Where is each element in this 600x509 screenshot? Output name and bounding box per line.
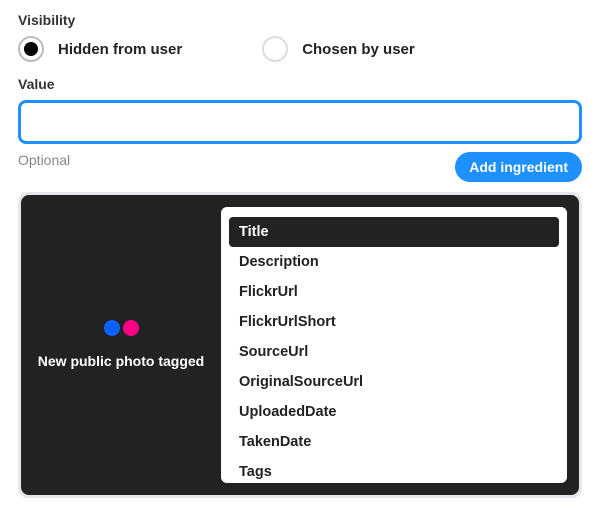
visibility-chosen-option[interactable]: Chosen by user bbox=[262, 36, 415, 62]
ingredient-source-caption: New public photo tagged bbox=[38, 352, 204, 371]
ingredient-item[interactable]: OriginalSourceUrl bbox=[229, 367, 559, 397]
ingredient-picker: New public photo tagged Title Descriptio… bbox=[18, 192, 582, 498]
ingredient-item[interactable]: FlickrUrlShort bbox=[229, 307, 559, 337]
ingredient-item[interactable]: Description bbox=[229, 247, 559, 277]
visibility-chosen-label: Chosen by user bbox=[302, 41, 415, 58]
ingredient-item[interactable]: Title bbox=[229, 217, 559, 247]
visibility-radios: Hidden from user Chosen by user bbox=[18, 36, 582, 62]
visibility-label: Visibility bbox=[18, 12, 582, 28]
ingredient-source: New public photo tagged bbox=[21, 195, 221, 495]
radio-icon bbox=[18, 36, 44, 62]
ingredient-item[interactable]: Tags bbox=[229, 457, 559, 483]
value-label: Value bbox=[18, 76, 582, 92]
optional-label: Optional bbox=[18, 152, 70, 168]
value-input[interactable] bbox=[18, 100, 582, 144]
visibility-hidden-option[interactable]: Hidden from user bbox=[18, 36, 182, 62]
add-ingredient-button[interactable]: Add ingredient bbox=[455, 152, 582, 182]
flickr-icon bbox=[104, 320, 139, 336]
ingredient-item[interactable]: TakenDate bbox=[229, 427, 559, 457]
ingredient-item[interactable]: FlickrUrl bbox=[229, 277, 559, 307]
visibility-hidden-label: Hidden from user bbox=[58, 41, 182, 58]
radio-icon bbox=[262, 36, 288, 62]
ingredient-item[interactable]: SourceUrl bbox=[229, 337, 559, 367]
ingredient-item[interactable]: UploadedDate bbox=[229, 397, 559, 427]
ingredient-list: Title Description FlickrUrl FlickrUrlSho… bbox=[221, 207, 567, 483]
